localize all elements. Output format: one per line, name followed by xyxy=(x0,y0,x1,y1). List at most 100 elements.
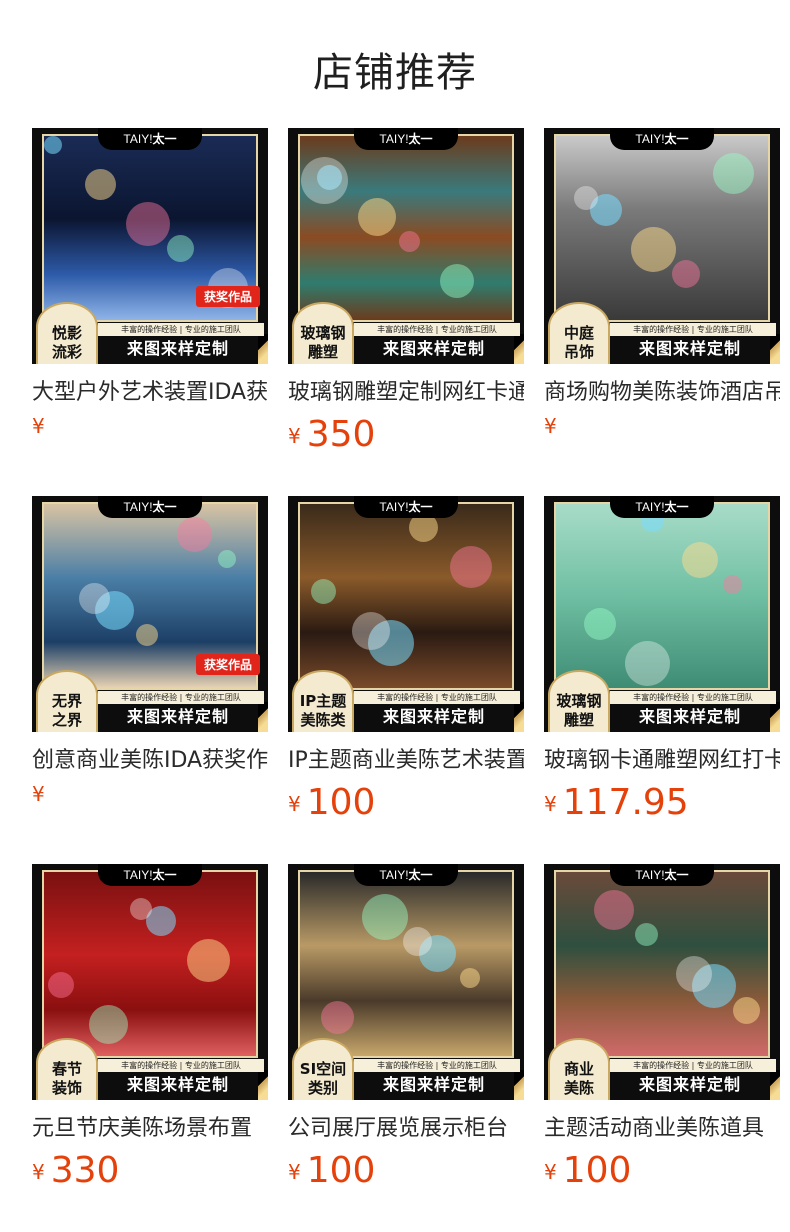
brand-name-cn: 太一 xyxy=(152,500,177,514)
photo-detail xyxy=(311,579,336,604)
price-value: 100 xyxy=(562,1150,632,1191)
currency-symbol: ¥ xyxy=(32,1160,45,1184)
product-price: ¥100 xyxy=(288,1150,526,1191)
category-badge-label: 无界 之界 xyxy=(51,692,82,729)
photo-detail xyxy=(440,264,474,298)
photo-detail xyxy=(399,231,420,252)
category-badge-label: 悦影 流彩 xyxy=(51,324,82,361)
product-card[interactable]: TAIY!太一 SI空间 类别 丰富的操作经验 | 专业的施工团队 来图来样定制 公司展… xyxy=(288,864,526,1191)
product-card[interactable]: TAIY!太一 获奖作品 悦影 流彩 丰富的操作经验 | 专业的施工团队 来图来样定制大… xyxy=(32,128,270,454)
price-value: 117.95 xyxy=(562,782,689,823)
custom-order-banner: 来图来样定制 xyxy=(638,707,741,726)
currency-symbol: ¥ xyxy=(544,792,557,816)
photo-detail xyxy=(126,202,170,246)
slogan-strip: 丰富的操作经验 | 专业的施工团队 xyxy=(610,1059,776,1072)
category-badge: SI空间 类别 xyxy=(292,1038,354,1100)
photo-detail xyxy=(682,542,718,578)
product-name[interactable]: 创意商业美陈IDA获奖作品 xyxy=(32,746,268,776)
category-badge: IP主题 美陈类 xyxy=(292,670,354,732)
product-card[interactable]: TAIY!太一 春节 装饰 丰富的操作经验 | 专业的施工团队 来图来样定制 元旦节庆美… xyxy=(32,864,270,1191)
product-photo xyxy=(298,502,514,690)
custom-order-banner: 来图来样定制 xyxy=(126,1075,229,1094)
brand-logo: TAIY!太一 xyxy=(610,496,714,518)
brand-name-cn: 太一 xyxy=(152,868,177,882)
currency-symbol: ¥ xyxy=(544,1160,557,1184)
brand-name: TAIY! xyxy=(635,500,665,514)
product-name[interactable]: 玻璃钢卡通雕塑网红打卡 xyxy=(544,746,780,776)
brand-logo: TAIY!太一 xyxy=(98,864,202,886)
photo-detail xyxy=(167,235,194,262)
currency-symbol: ¥ xyxy=(32,414,45,438)
product-card[interactable]: TAIY!太一玻璃钢 雕塑 丰富的操作经验 | 专业的施工团队来图来样定制玻璃钢卡… xyxy=(544,496,782,823)
category-badge-label: SI空间 类别 xyxy=(299,1060,347,1097)
product-image[interactable]: TAIY!太一 获奖作品 悦影 流彩 丰富的操作经验 | 专业的施工团队 来图来样定制 xyxy=(32,128,268,364)
product-name[interactable]: 元旦节庆美陈场景布置 xyxy=(32,1114,268,1144)
photo-detail xyxy=(136,624,158,646)
currency-symbol: ¥ xyxy=(288,424,301,448)
slogan-strip: 丰富的操作经验 | 专业的施工团队 xyxy=(98,323,264,336)
photo-detail xyxy=(79,583,110,614)
photo-detail xyxy=(672,260,700,288)
product-price: ¥100 xyxy=(544,1150,782,1191)
photo-detail xyxy=(218,550,236,568)
category-badge-label: IP主题 美陈类 xyxy=(299,692,347,729)
category-badge-label: 春节 装饰 xyxy=(51,1060,82,1097)
product-image[interactable]: TAIY!太一 中庭 吊饰 丰富的操作经验 | 专业的施工团队 来图来样定制 xyxy=(544,128,780,364)
product-photo xyxy=(554,134,770,322)
product-image[interactable]: TAIY!太一 春节 装饰 丰富的操作经验 | 专业的施工团队 来图来样定制 xyxy=(32,864,268,1100)
photo-detail xyxy=(403,927,432,956)
photo-detail xyxy=(635,923,658,946)
currency-symbol: ¥ xyxy=(32,782,45,806)
brand-logo: TAIY!太一 xyxy=(98,496,202,518)
brand-logo: TAIY!太一 xyxy=(354,128,458,150)
product-card[interactable]: TAIY!太一 IP主题 美陈类 丰富的操作经验 | 专业的施工团队 来图来样定制 IP… xyxy=(288,496,526,823)
product-price: ¥ xyxy=(544,414,782,454)
slogan-strip: 丰富的操作经验 | 专业的施工团队 xyxy=(354,1059,520,1072)
award-tag: 获奖作品 xyxy=(195,286,260,307)
product-name[interactable]: 大型户外艺术装置IDA获奖作品 xyxy=(32,378,268,408)
product-card[interactable]: TAIY!太一 中庭 吊饰 丰富的操作经验 | 专业的施工团队 来图来样定制商场购物美… xyxy=(544,128,782,454)
category-badge: 中庭 吊饰 xyxy=(548,302,610,364)
gold-ribbon xyxy=(770,334,780,364)
product-card[interactable]: TAIY!太一 商业 美陈 丰富的操作经验 | 专业的施工团队 来图来样定制 主题活动商… xyxy=(544,864,782,1191)
photo-detail xyxy=(130,898,152,920)
product-photo xyxy=(298,870,514,1058)
brand-name: TAIY! xyxy=(379,132,409,146)
product-image[interactable]: TAIY!太一 玻璃钢 雕塑 丰富的操作经验 | 专业的施工团队 来图来样定制 xyxy=(288,128,524,364)
photo-detail xyxy=(44,136,62,154)
category-badge-label: 玻璃钢 雕塑 xyxy=(556,692,602,729)
photo-detail xyxy=(362,894,408,940)
product-name[interactable]: 公司展厅展览展示柜台 xyxy=(288,1114,524,1144)
gold-ribbon xyxy=(514,1070,524,1100)
photo-detail xyxy=(631,227,676,272)
custom-order-banner: 来图来样定制 xyxy=(382,707,485,726)
product-name[interactable]: 主题活动商业美陈道具 xyxy=(544,1114,780,1144)
product-photo xyxy=(554,870,770,1058)
custom-order-banner: 来图来样定制 xyxy=(638,339,741,358)
product-image[interactable]: TAIY!太一 商业 美陈 丰富的操作经验 | 专业的施工团队 来图来样定制 xyxy=(544,864,780,1100)
product-image[interactable]: TAIY!太一 获奖作品 无界 之界 丰富的操作经验 | 专业的施工团队 来图来样定制 xyxy=(32,496,268,732)
category-badge-label: 中庭 吊饰 xyxy=(563,324,594,361)
product-card[interactable]: TAIY!太一 玻璃钢 雕塑 丰富的操作经验 | 专业的施工团队 来图来样定制 玻璃钢雕… xyxy=(288,128,526,455)
product-image[interactable]: TAIY!太一 SI空间 类别 丰富的操作经验 | 专业的施工团队 来图来样定制 xyxy=(288,864,524,1100)
custom-order-banner: 来图来样定制 xyxy=(126,707,229,726)
product-photo xyxy=(298,134,514,322)
custom-order-banner: 来图来样定制 xyxy=(126,339,229,358)
slogan-strip: 丰富的操作经验 | 专业的施工团队 xyxy=(354,323,520,336)
photo-detail xyxy=(48,972,74,998)
product-name[interactable]: 商场购物美陈装饰酒店吊饰 xyxy=(544,378,780,408)
product-image[interactable]: TAIY!太一 IP主题 美陈类 丰富的操作经验 | 专业的施工团队 来图来样定制 xyxy=(288,496,524,732)
product-card[interactable]: TAIY!太一 获奖作品 无界 之界 丰富的操作经验 | 专业的施工团队 来图来样定制创… xyxy=(32,496,270,822)
photo-detail xyxy=(723,575,742,594)
custom-order-banner: 来图来样定制 xyxy=(382,1075,485,1094)
category-badge-label: 玻璃钢 雕塑 xyxy=(300,324,346,361)
product-name[interactable]: IP主题商业美陈艺术装置 xyxy=(288,746,524,776)
brand-name: TAIY! xyxy=(635,868,665,882)
product-name[interactable]: 玻璃钢雕塑定制网红卡通IP xyxy=(288,378,524,408)
slogan-strip: 丰富的操作经验 | 专业的施工团队 xyxy=(610,691,776,704)
category-badge: 玻璃钢 雕塑 xyxy=(548,670,610,732)
gold-ribbon xyxy=(258,702,268,732)
product-image[interactable]: TAIY!太一玻璃钢 雕塑 丰富的操作经验 | 专业的施工团队来图来样定制 xyxy=(544,496,780,732)
category-badge-label: 商业 美陈 xyxy=(563,1060,594,1097)
brand-name-cn: 太一 xyxy=(408,868,433,882)
